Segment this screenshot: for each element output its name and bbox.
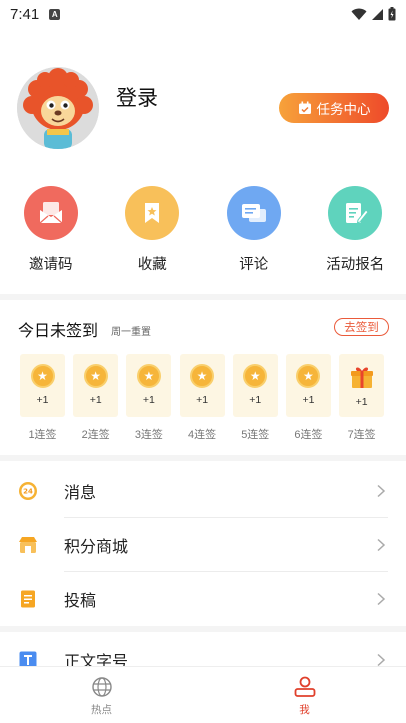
invite-mail-icon bbox=[39, 202, 63, 224]
day-label: 3连签 bbox=[134, 429, 163, 441]
day-label: 7连签 bbox=[347, 429, 376, 441]
signin-day: ★ +1 2连签 bbox=[73, 354, 119, 442]
wifi-icon bbox=[351, 8, 367, 20]
signup-form-icon bbox=[346, 203, 369, 224]
day-points: +1 bbox=[36, 394, 49, 406]
chevron-right-icon bbox=[377, 653, 386, 667]
menu-item-points-mall[interactable]: 积分商城 bbox=[0, 518, 406, 572]
day-points: +1 bbox=[196, 394, 209, 406]
bottom-tab-bar: 热点 我 bbox=[0, 666, 406, 723]
day-label: 4连签 bbox=[188, 429, 217, 441]
quick-circle-invite bbox=[23, 186, 78, 240]
chevron-right-icon bbox=[377, 592, 386, 606]
coin-icon: ★ bbox=[296, 364, 321, 388]
battery-icon bbox=[388, 7, 396, 21]
svg-text:24: 24 bbox=[23, 488, 33, 496]
quick-item-invite[interactable]: 邀请码 bbox=[0, 186, 102, 282]
quick-item-signup[interactable]: 活动报名 bbox=[305, 186, 406, 282]
day-label: 1连签 bbox=[28, 429, 57, 441]
task-center-button[interactable]: 任务中心 bbox=[279, 93, 389, 123]
coin-icon: ★ bbox=[136, 364, 161, 388]
signin-day: ★ +1 6连签 bbox=[285, 354, 331, 442]
day-card: ★ +1 bbox=[179, 354, 225, 417]
tab-label-hot: 热点 bbox=[91, 704, 112, 716]
signin-day: ★ +1 3连签 bbox=[126, 354, 172, 442]
signal-icon bbox=[372, 8, 383, 20]
section-divider bbox=[0, 294, 406, 300]
notification-icon: A bbox=[49, 8, 61, 20]
globe-icon bbox=[91, 677, 112, 697]
menu-label-messages: 消息 bbox=[64, 485, 97, 502]
tab-hot[interactable]: 热点 bbox=[0, 667, 203, 723]
chevron-right-icon bbox=[377, 484, 386, 498]
gift-icon bbox=[350, 367, 373, 388]
section-divider bbox=[0, 626, 406, 632]
coin-icon: ★ bbox=[83, 364, 108, 388]
comment-icon bbox=[241, 204, 266, 222]
coin-icon: ★ bbox=[30, 364, 55, 388]
day-card: ★ +1 bbox=[285, 354, 331, 417]
day-points: +1 bbox=[89, 394, 102, 406]
avatar[interactable] bbox=[17, 67, 99, 149]
signin-day: +1 7连签 bbox=[339, 354, 385, 442]
day-points: +1 bbox=[302, 394, 315, 406]
menu-item-contribute[interactable]: 投稿 bbox=[0, 572, 406, 626]
bookmark-icon bbox=[145, 203, 160, 223]
login-link[interactable]: 登录 bbox=[116, 82, 158, 112]
day-card: ★ +1 bbox=[232, 354, 278, 417]
quick-circle-favorites bbox=[125, 186, 180, 240]
day-points: +1 bbox=[142, 394, 155, 406]
signin-section: 今日未签到 周一重置 去签到 ★ +1 1连签 ★ +1 2连签 ★ +1 3连… bbox=[0, 302, 406, 452]
quick-item-comments[interactable]: 评论 bbox=[203, 186, 305, 282]
signin-day: ★ +1 5连签 bbox=[232, 354, 278, 442]
coin-icon: ★ bbox=[243, 364, 268, 388]
status-time: 7:41 bbox=[10, 5, 40, 23]
signin-days: ★ +1 1连签 ★ +1 2连签 ★ +1 3连签 ★ +1 4连签 ★ +1… bbox=[20, 354, 385, 442]
person-icon bbox=[294, 676, 315, 697]
task-center-label: 任务中心 bbox=[316, 102, 371, 117]
tab-me[interactable]: 我 bbox=[203, 667, 406, 723]
points-mall-icon bbox=[18, 535, 38, 555]
quick-label-comments: 评论 bbox=[239, 257, 269, 273]
quick-item-favorites[interactable]: 收藏 bbox=[102, 186, 204, 282]
menu-label-points-mall: 积分商城 bbox=[64, 539, 129, 556]
quick-label-signup: 活动报名 bbox=[326, 257, 385, 273]
section-divider bbox=[0, 455, 406, 461]
status-icons bbox=[351, 7, 396, 21]
day-points: +1 bbox=[355, 396, 368, 408]
signin-title: 今日未签到 bbox=[18, 323, 99, 340]
chevron-right-icon bbox=[377, 538, 386, 552]
quick-actions: 邀请码 收藏 评论 活动报名 bbox=[0, 186, 406, 282]
profile-header: 登录 任务中心 bbox=[0, 64, 406, 154]
day-card: ★ +1 bbox=[20, 354, 65, 417]
signin-day: ★ +1 1连签 bbox=[20, 354, 65, 442]
day-label: 5连签 bbox=[241, 429, 270, 441]
quick-circle-signup bbox=[328, 186, 383, 240]
signin-subtitle: 周一重置 bbox=[111, 327, 151, 338]
day-card: ★ +1 bbox=[73, 354, 119, 417]
coin-icon: ★ bbox=[190, 364, 215, 388]
day-label: 2连签 bbox=[81, 429, 110, 441]
quick-circle-comments bbox=[226, 186, 281, 240]
day-card: +1 bbox=[339, 354, 385, 417]
contribute-doc-icon bbox=[18, 589, 38, 609]
lion-mascot-icon bbox=[17, 67, 99, 149]
quick-label-invite: 邀请码 bbox=[29, 257, 73, 273]
message-24-icon: 24 bbox=[18, 481, 38, 501]
day-card: ★ +1 bbox=[126, 354, 172, 417]
signin-day: ★ +1 4连签 bbox=[179, 354, 225, 442]
status-bar: 7:41 A bbox=[0, 0, 406, 28]
quick-label-favorites: 收藏 bbox=[137, 257, 167, 273]
signin-button[interactable]: 去签到 bbox=[334, 318, 389, 336]
day-label: 6连签 bbox=[294, 429, 323, 441]
day-points: +1 bbox=[249, 394, 262, 406]
menu-item-messages[interactable]: 24 消息 bbox=[0, 464, 406, 518]
task-calendar-icon bbox=[298, 101, 311, 114]
tab-label-me: 我 bbox=[299, 704, 310, 716]
menu-label-contribute: 投稿 bbox=[64, 593, 97, 610]
